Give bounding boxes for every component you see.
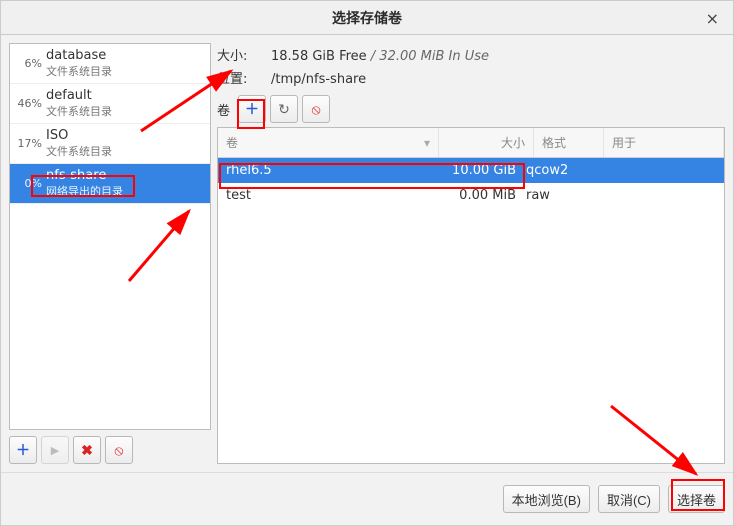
- plus-icon: ＋: [245, 99, 259, 119]
- storage-pool-list: 6% database 文件系统目录 46% default 文件系统目录 17…: [9, 43, 211, 430]
- cancel-button[interactable]: 取消(C): [598, 485, 660, 513]
- pool-pct: 0%: [16, 177, 46, 190]
- column-header-format[interactable]: 格式: [534, 128, 604, 157]
- pool-type: 文件系统目录: [46, 143, 112, 159]
- delete-volume-button[interactable]: ⦸: [302, 95, 330, 123]
- add-volume-button[interactable]: ＋: [238, 95, 266, 123]
- volume-table: 卷 ▾ 大小 格式 用于 rhel6.5 10.00 GiB qcow2: [217, 127, 725, 464]
- browse-local-button[interactable]: 本地浏览(B): [503, 485, 590, 513]
- play-icon: ▶: [51, 444, 59, 457]
- pool-type: 文件系统目录: [46, 63, 112, 79]
- table-row[interactable]: test 0.00 MiB raw: [218, 183, 724, 208]
- column-header-name[interactable]: 卷 ▾: [218, 128, 439, 157]
- cell-usedby: [596, 188, 716, 203]
- cell-name: test: [226, 188, 431, 203]
- cell-usedby: [596, 163, 716, 178]
- pool-name: default: [46, 88, 112, 103]
- refresh-volumes-button[interactable]: ↻: [270, 95, 298, 123]
- pool-name: ISO: [46, 128, 112, 143]
- cell-size: 10.00 GiB: [431, 163, 526, 178]
- stop-pool-button[interactable]: ⦸: [105, 436, 133, 464]
- cell-format: raw: [526, 188, 596, 203]
- pool-pct: 46%: [16, 97, 46, 110]
- sort-desc-icon: ▾: [424, 136, 430, 150]
- delete-pool-button[interactable]: ✖: [73, 436, 101, 464]
- add-pool-button[interactable]: ＋: [9, 436, 37, 464]
- delete-icon: ✖: [81, 442, 93, 459]
- pool-item-default[interactable]: 46% default 文件系统目录: [10, 84, 210, 124]
- table-row[interactable]: rhel6.5 10.00 GiB qcow2: [218, 158, 724, 183]
- pool-item-nfs-share[interactable]: 0% nfs-share 网络导出的目录: [10, 164, 210, 204]
- pool-item-iso[interactable]: 17% ISO 文件系统目录: [10, 124, 210, 164]
- pool-name: nfs-share: [46, 168, 123, 183]
- column-header-size[interactable]: 大小: [439, 128, 534, 157]
- pool-type: 文件系统目录: [46, 103, 112, 119]
- cell-name: rhel6.5: [226, 163, 431, 178]
- cell-size: 0.00 MiB: [431, 188, 526, 203]
- cell-format: qcow2: [526, 163, 596, 178]
- pool-name: database: [46, 48, 112, 63]
- pool-pct: 17%: [16, 137, 46, 150]
- pool-item-database[interactable]: 6% database 文件系统目录: [10, 44, 210, 84]
- choose-volume-button[interactable]: 选择卷: [668, 485, 725, 513]
- pool-pct: 6%: [16, 57, 46, 70]
- pool-type: 网络导出的目录: [46, 183, 123, 199]
- window-title: 选择存储卷: [332, 8, 402, 28]
- size-value: 18.58 GiB Free / 32.00 MiB In Use: [271, 49, 489, 64]
- location-value: /tmp/nfs-share: [271, 72, 366, 87]
- stop-icon: ⦸: [114, 442, 123, 459]
- delete-icon: ⦸: [311, 101, 320, 118]
- size-label: 大小:: [217, 45, 265, 64]
- start-pool-button[interactable]: ▶: [41, 436, 69, 464]
- close-icon[interactable]: ×: [700, 7, 725, 30]
- column-header-usedby[interactable]: 用于: [604, 128, 724, 157]
- plus-icon: ＋: [16, 440, 30, 460]
- refresh-icon: ↻: [278, 101, 290, 118]
- location-label: 位置:: [217, 68, 265, 87]
- volumes-label: 卷: [217, 100, 234, 119]
